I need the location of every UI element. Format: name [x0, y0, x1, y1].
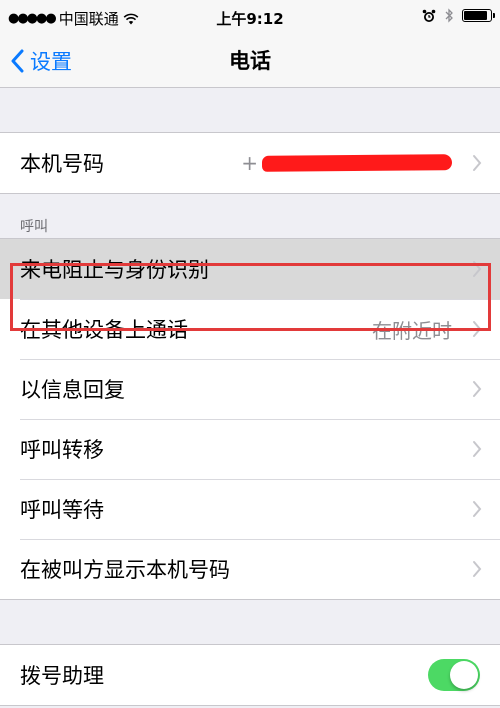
page-title: 电话	[229, 49, 271, 73]
show-caller-id-label: 在被叫方显示本机号码	[20, 558, 230, 582]
dial-assist-group: 拨号助理	[0, 644, 500, 706]
call-blocking-label: 来电阻止与身份识别	[20, 258, 209, 282]
dial-assist-label: 拨号助理	[20, 664, 104, 688]
calls-group: 来电阻止与身份识别 在其他设备上通话 在附近时 以信息回复 呼叫转移 呼叫等待 …	[0, 238, 500, 600]
chevron-right-icon	[472, 299, 482, 359]
my-number-row[interactable]: 本机号码 +	[0, 133, 500, 193]
respond-with-text-label: 以信息回复	[20, 378, 125, 402]
status-right	[422, 8, 495, 23]
chevron-right-icon	[472, 479, 482, 539]
chevron-right-icon	[472, 539, 482, 599]
navigation-bar: 设置 电话	[0, 34, 500, 88]
calls-on-other-devices-row[interactable]: 在其他设备上通话 在附近时	[0, 299, 500, 359]
chevron-right-icon	[472, 133, 482, 193]
my-number-value: +	[241, 151, 453, 175]
dial-assist-row: 拨号助理	[0, 645, 500, 705]
call-forwarding-row[interactable]: 呼叫转移	[0, 419, 500, 479]
call-waiting-row[interactable]: 呼叫等待	[0, 479, 500, 539]
dial-assist-toggle[interactable]	[428, 659, 480, 691]
calls-on-other-devices-label: 在其他设备上通话	[20, 318, 188, 342]
chevron-right-icon	[472, 419, 482, 479]
battery-icon	[462, 9, 495, 22]
show-caller-id-row[interactable]: 在被叫方显示本机号码	[0, 539, 500, 599]
chevron-right-icon	[472, 239, 482, 299]
calls-on-other-devices-value: 在附近时	[372, 318, 452, 343]
bluetooth-icon	[445, 8, 453, 23]
chevron-right-icon	[472, 359, 482, 419]
my-number-prefix: +	[241, 151, 258, 175]
status-bar: ●●●●● 中国联通 上午9:12	[0, 0, 500, 34]
my-number-label: 本机号码	[20, 152, 104, 176]
call-waiting-label: 呼叫等待	[20, 498, 104, 522]
alarm-clock-icon	[422, 9, 436, 22]
call-forwarding-label: 呼叫转移	[20, 438, 104, 462]
respond-with-text-row[interactable]: 以信息回复	[0, 359, 500, 419]
calls-section-header: 呼叫	[20, 219, 48, 235]
call-blocking-row[interactable]: 来电阻止与身份识别	[0, 239, 500, 299]
redaction-mark	[261, 154, 453, 172]
my-number-group: 本机号码 +	[0, 132, 500, 194]
